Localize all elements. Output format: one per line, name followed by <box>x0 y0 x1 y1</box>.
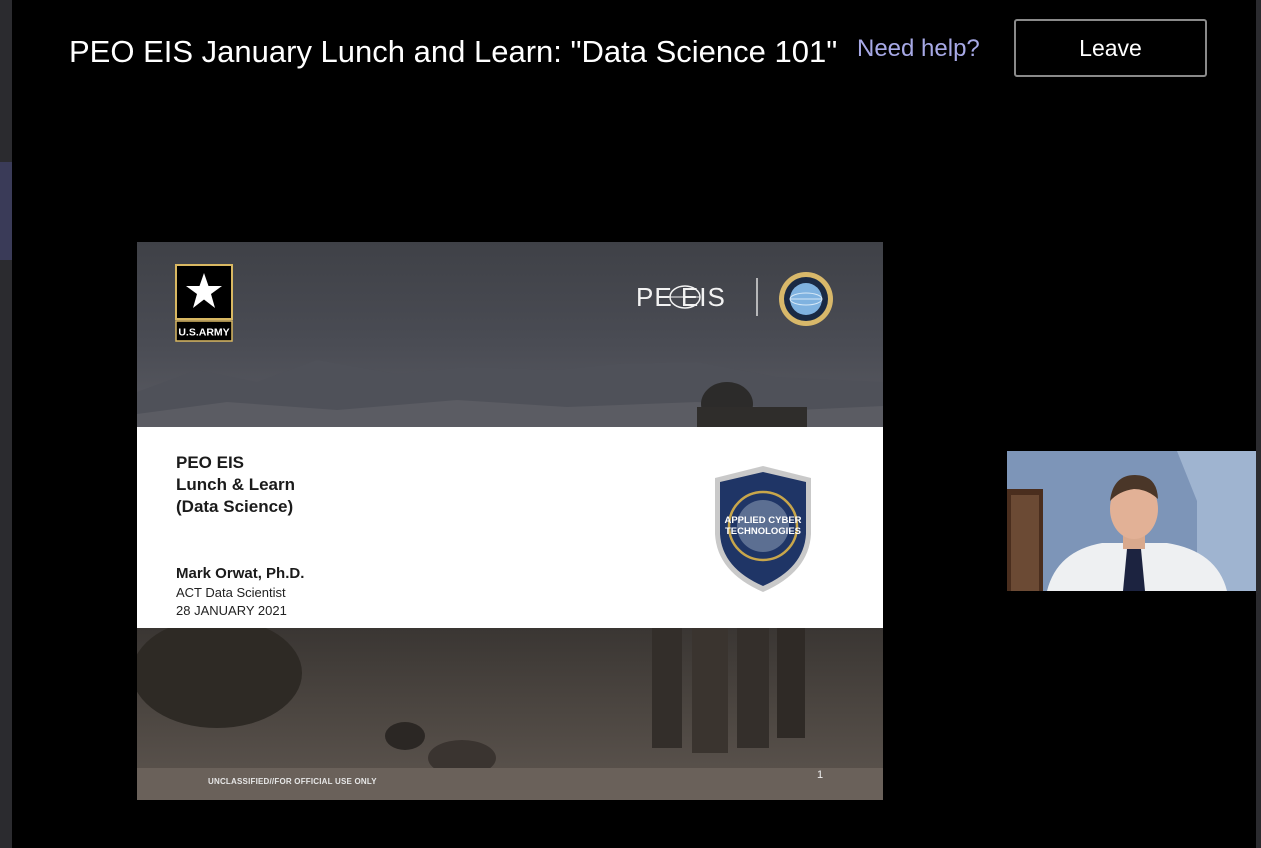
army-star-logo: U.S.ARMY <box>175 264 233 342</box>
army-logo-text: U.S.ARMY <box>178 327 229 339</box>
slide-heading-line: PEO EIS <box>176 453 245 472</box>
slide-page-number: 1 <box>817 769 824 781</box>
slide-footer-classification: UNCLASSIFIED//FOR OFFICIAL USE ONLY <box>208 777 377 786</box>
participant-video <box>1007 451 1256 591</box>
participant-video-tile[interactable] <box>1007 451 1256 591</box>
soldiers-silhouette <box>137 618 883 800</box>
slide-sky-background <box>137 242 883 427</box>
globe-seal-logo <box>779 272 833 326</box>
act-shield-badge: APPLIED CYBER TECHNOLOGIES <box>715 466 811 592</box>
leave-button[interactable]: Leave <box>1014 19 1207 77</box>
presenter-name: Mark Orwat, Ph.D. <box>176 565 305 582</box>
slide-ground-background <box>137 618 883 800</box>
left-rail <box>0 0 12 848</box>
left-rail-accent <box>0 162 12 260</box>
need-help-link[interactable]: Need help? <box>857 33 980 65</box>
right-rail <box>1256 0 1261 848</box>
slide-heading-line: (Data Science) <box>176 497 294 516</box>
presenter-role: ACT Data Scientist <box>176 585 286 600</box>
slide-heading: PEO EIS Lunch & Learn (Data Science) <box>176 452 295 518</box>
slide-heading-line: Lunch & Learn <box>176 475 296 494</box>
badge-text-line: APPLIED CYBER <box>724 515 801 526</box>
mountain-silhouette <box>137 360 883 427</box>
shared-presentation-slide: U.S.ARMY PE EIS PEO EIS Lunch & Learn (D… <box>137 242 883 800</box>
meeting-title: PEO EIS January Lunch and Learn: "Data S… <box>69 34 838 69</box>
badge-text-line: TECHNOLOGIES <box>725 526 801 537</box>
presenter-date: 28 JANUARY 2021 <box>176 603 287 618</box>
